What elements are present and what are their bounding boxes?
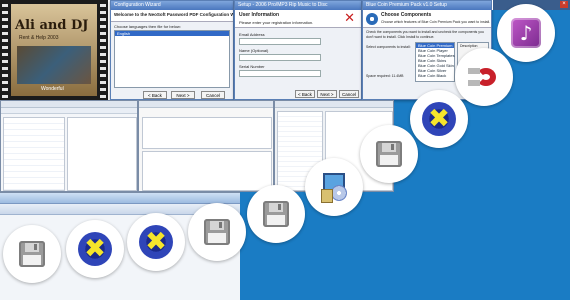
app-toolbar [1,108,137,114]
components-titlebar: Blue Coin Premium Pack v1.0 Setup [363,1,491,10]
email-label: Email Address [239,32,265,37]
app-toolbar [0,193,240,204]
icon-circle[interactable] [247,185,305,243]
setup-gear-icon [366,13,378,25]
music-file-icon: ♪ [511,18,541,48]
floppy-disk-icon [263,201,289,227]
name-field[interactable] [239,54,321,61]
yellow-x-badge-icon: ✖ [422,102,456,136]
film-strip-left [2,0,8,100]
icon-circle[interactable]: ✖ [127,213,185,271]
app-panel [142,117,272,149]
icon-circle[interactable]: ✖ [410,90,468,148]
icon-circle[interactable] [305,158,363,216]
name-label: Name (Optional) [239,48,269,53]
back-button[interactable]: < Back [295,90,315,98]
poster-caption: Wonderful [41,86,64,92]
config-wizard-heading: Welcome to the NeoSoft Password PDF Conf… [114,12,234,17]
select-components-label: Select components to install: [366,45,411,49]
yellow-x-badge-icon: ✖ [78,232,112,266]
icon-circle[interactable]: ♪ [497,4,555,62]
window-close-icon[interactable]: × [560,1,568,8]
floppy-disk-icon [19,241,45,267]
poster-subtitle: Rent & Help 2003 [19,35,59,41]
components-list[interactable]: Blue Coin Premium Blue Coin Player Blue Co… [415,42,455,82]
serial-label: Serial Number [239,64,265,69]
user-info-titlebar: Setup - 2006 Pro/MP3 Rip Music to Disc [235,1,361,10]
user-info-subheading: Please enter your registration informati… [239,20,314,25]
movie-poster: Ali and DJ Rent & Help 2003 Wonderful [0,0,110,100]
email-field[interactable] [239,38,321,45]
app-screenshot-left [0,100,138,192]
back-button[interactable]: < Back [143,91,167,99]
icon-circle[interactable] [360,125,418,183]
list-item[interactable]: English [115,31,229,36]
poster-title: Ali and DJ [15,18,89,33]
yellow-x-badge-icon: ✖ [139,225,173,259]
app-panel [67,117,137,191]
space-required-label: Space required: 11.4MB [366,74,404,78]
components-heading: Choose Components [381,12,432,18]
config-wizard-list[interactable]: English [114,30,230,88]
component-checkbox-item[interactable]: Blue Coin Black [416,73,454,78]
components-subheading: Choose which features of Blue Coin Premi… [381,20,491,24]
config-wizard-titlebar: Configuration Wizard [111,1,233,10]
app-toolbar [139,101,273,108]
app-toolbar [275,101,393,108]
floppy-disk-icon [204,219,230,245]
user-info-heading: User Information [239,12,280,18]
icon-circle[interactable] [455,48,513,106]
components-instructions: Check the components you want to install… [366,30,484,39]
app-panel [3,117,65,191]
cancel-button[interactable]: Cancel [339,90,359,98]
app-screenshot-middle [138,100,274,192]
user-info-window: Setup - 2006 Pro/MP3 Rip Music to Disc U… [234,0,362,100]
icon-circle[interactable] [188,203,246,261]
poster-frame: Ali and DJ Rent & Help 2003 Wonderful [11,4,97,96]
config-wizard-window: Configuration Wizard Welcome to the NeoS… [110,0,234,100]
config-wizard-header: Welcome to the NeoSoft Password PDF Conf… [111,10,233,22]
next-button[interactable]: Next > [171,91,195,99]
app-panel [142,151,272,191]
film-strip-right [100,0,106,100]
cancel-button[interactable]: Cancel [201,91,225,99]
user-info-header: User Information Please enter your regis… [235,10,361,28]
red-x-logo-icon: ✕ [344,11,355,26]
app-toolbar [1,101,137,108]
icon-circle[interactable] [3,225,61,283]
magnet-icon [468,66,500,88]
poster-photo [17,46,91,84]
serial-field[interactable] [239,70,321,77]
floppy-disk-icon [376,141,402,167]
next-button[interactable]: Next > [317,90,337,98]
software-installer-icon [319,171,349,203]
components-header: Choose Components Choose which features … [363,10,491,28]
icon-circle[interactable]: ✖ [66,220,124,278]
config-wizard-prompt: Choose languages then file for below: [114,24,181,29]
